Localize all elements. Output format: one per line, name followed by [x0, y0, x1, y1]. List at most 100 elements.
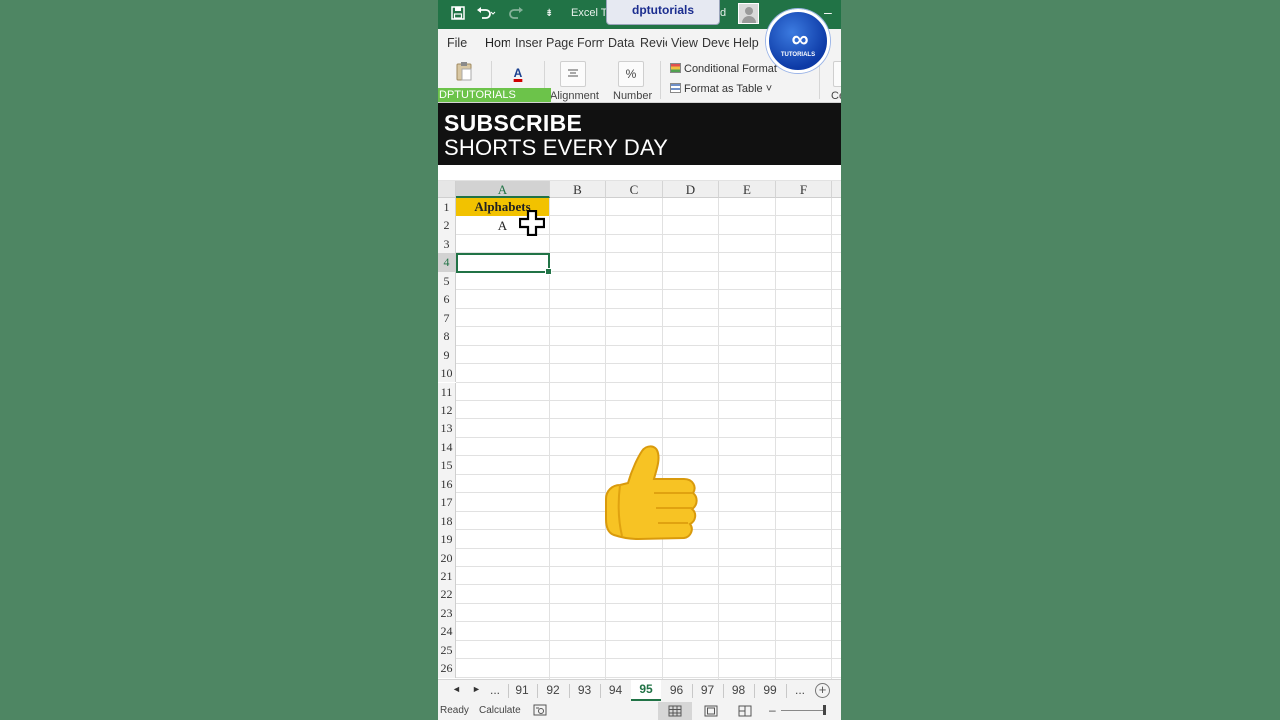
calculate-button[interactable]: Calculate	[479, 705, 521, 716]
format-as-table-button[interactable]: Format as Table ˅	[670, 83, 772, 95]
tab-page-layout[interactable]: Page	[546, 36, 573, 50]
channel-name-tag: dptutorials	[606, 0, 720, 25]
window-title: Excel Tr	[571, 7, 611, 19]
tab-view[interactable]: View	[671, 36, 698, 50]
cells-icon[interactable]	[833, 61, 841, 87]
row-header[interactable]: 1	[438, 198, 456, 217]
column-header-d[interactable]: D	[663, 181, 719, 198]
row-header[interactable]: 4	[438, 253, 456, 272]
macro-recording-icon[interactable]	[533, 704, 547, 719]
tab-file[interactable]: File	[447, 36, 467, 50]
alignment-group-label: Alignment	[550, 90, 599, 102]
row-header[interactable]: 25	[438, 640, 456, 660]
row-header[interactable]: 22	[438, 585, 456, 604]
next-sheet-icon[interactable]: ►	[472, 684, 481, 694]
row-header[interactable]: 21	[438, 567, 456, 586]
row-gridline	[456, 418, 841, 420]
page-break-view-icon[interactable]	[728, 702, 762, 720]
column-header-c[interactable]: C	[606, 181, 663, 198]
row-gridline	[456, 307, 841, 309]
spreadsheet-grid[interactable]: A B C D E F 1 2 3 4 5 6 7 8 9 10 11 12 13 14 15 16 17 18 1…	[438, 181, 841, 679]
row-gridline	[456, 363, 841, 365]
row-header[interactable]: 3	[438, 234, 456, 254]
page-layout-view-icon[interactable]	[694, 702, 728, 720]
row-header[interactable]: 13	[438, 419, 456, 438]
column-header-e[interactable]: E	[719, 181, 776, 198]
formula-bar[interactable]	[438, 165, 841, 181]
banner-shorts: SHORTS EVERY DAY	[444, 135, 669, 160]
select-all-corner[interactable]	[438, 181, 456, 198]
conditional-formatting-button[interactable]: Conditional Format	[670, 63, 777, 75]
normal-view-icon[interactable]	[658, 702, 692, 720]
sheet-tab-99[interactable]: 99	[755, 683, 785, 697]
row-header[interactable]: 14	[438, 437, 456, 457]
row-header[interactable]: 17	[438, 493, 456, 512]
row-header[interactable]: 15	[438, 456, 456, 475]
cell-cursor-icon	[519, 210, 545, 236]
row-header[interactable]: 24	[438, 622, 456, 641]
ribbon-separator	[819, 61, 820, 99]
row-gridline	[456, 326, 841, 328]
alignment-icon[interactable]	[560, 61, 586, 87]
format-as-table-icon	[670, 83, 681, 93]
column-header-f[interactable]: F	[776, 181, 832, 198]
sheet-tab-98[interactable]: 98	[724, 683, 753, 697]
status-ready: Ready	[440, 705, 469, 716]
column-header-g[interactable]	[832, 181, 841, 198]
tab-insert[interactable]: Inser	[515, 36, 542, 50]
number-group-label: Number	[613, 90, 653, 102]
row-header[interactable]: 6	[438, 290, 456, 309]
row-header[interactable]: 19	[438, 530, 456, 549]
tab-review[interactable]: Revie	[640, 36, 667, 50]
sheet-tab-96[interactable]: 96	[662, 683, 691, 697]
row-header[interactable]: 2	[438, 216, 456, 235]
customize-toolbar-icon[interactable]: ⇟	[545, 6, 553, 22]
cells-group-label: Ce	[831, 90, 841, 102]
number-format-button[interactable]: %	[618, 61, 644, 87]
row-header[interactable]: 12	[438, 400, 456, 420]
tab-data[interactable]: Data	[608, 36, 636, 50]
row-header[interactable]: 8	[438, 327, 456, 346]
zoom-out-button[interactable]: –	[769, 703, 776, 717]
save-icon[interactable]	[451, 6, 465, 24]
font-color-icon[interactable]: A	[505, 61, 531, 87]
excel-window: ⇟ Excel Tr d – dptutorials File Hom Inse…	[438, 0, 841, 720]
prev-sheet-icon[interactable]: ◄	[452, 684, 461, 694]
tab-help[interactable]: Help	[733, 36, 760, 50]
row-gridline	[456, 566, 841, 567]
row-header[interactable]: 23	[438, 603, 456, 623]
row-header[interactable]: 11	[438, 382, 456, 401]
row-header[interactable]: 10	[438, 364, 456, 383]
undo-icon[interactable]	[476, 6, 496, 24]
row-header[interactable]: 5	[438, 271, 456, 291]
minimize-button[interactable]: –	[824, 4, 832, 20]
sheet-tab-97[interactable]: 97	[693, 683, 722, 697]
redo-icon[interactable]	[508, 6, 528, 24]
row-header[interactable]: 7	[438, 308, 456, 328]
tab-developer[interactable]: Deve	[702, 36, 729, 50]
column-header-b[interactable]: B	[550, 181, 606, 198]
tab-formulas[interactable]: Form	[577, 36, 604, 50]
tab-home[interactable]: Hom	[485, 36, 510, 50]
zoom-slider[interactable]	[781, 710, 823, 711]
row-gridline	[456, 658, 841, 660]
row-gridline	[456, 399, 841, 401]
row-header[interactable]: 18	[438, 511, 456, 531]
paste-icon[interactable]	[451, 61, 477, 87]
sheet-tab-94[interactable]: 94	[601, 683, 630, 697]
sheet-tabs-ellipsis-left[interactable]: ...	[482, 683, 508, 697]
row-header[interactable]: 16	[438, 474, 456, 494]
sheet-tab-93[interactable]: 93	[570, 683, 599, 697]
row-header[interactable]: 9	[438, 345, 456, 365]
sheet-tab-95[interactable]: 95	[631, 680, 661, 701]
add-sheet-icon[interactable]: +	[815, 683, 830, 698]
active-cell-a4[interactable]	[456, 253, 552, 275]
column-header-a[interactable]: A	[456, 181, 550, 198]
zoom-slider-handle[interactable]	[823, 705, 826, 715]
sheet-tabs-ellipsis-right[interactable]: ...	[787, 683, 813, 697]
sheet-tab-91[interactable]: 91	[508, 683, 536, 697]
sheet-tab-92[interactable]: 92	[538, 683, 568, 697]
row-header[interactable]: 26	[438, 659, 456, 678]
user-avatar[interactable]	[738, 3, 759, 24]
row-header[interactable]: 20	[438, 548, 456, 567]
